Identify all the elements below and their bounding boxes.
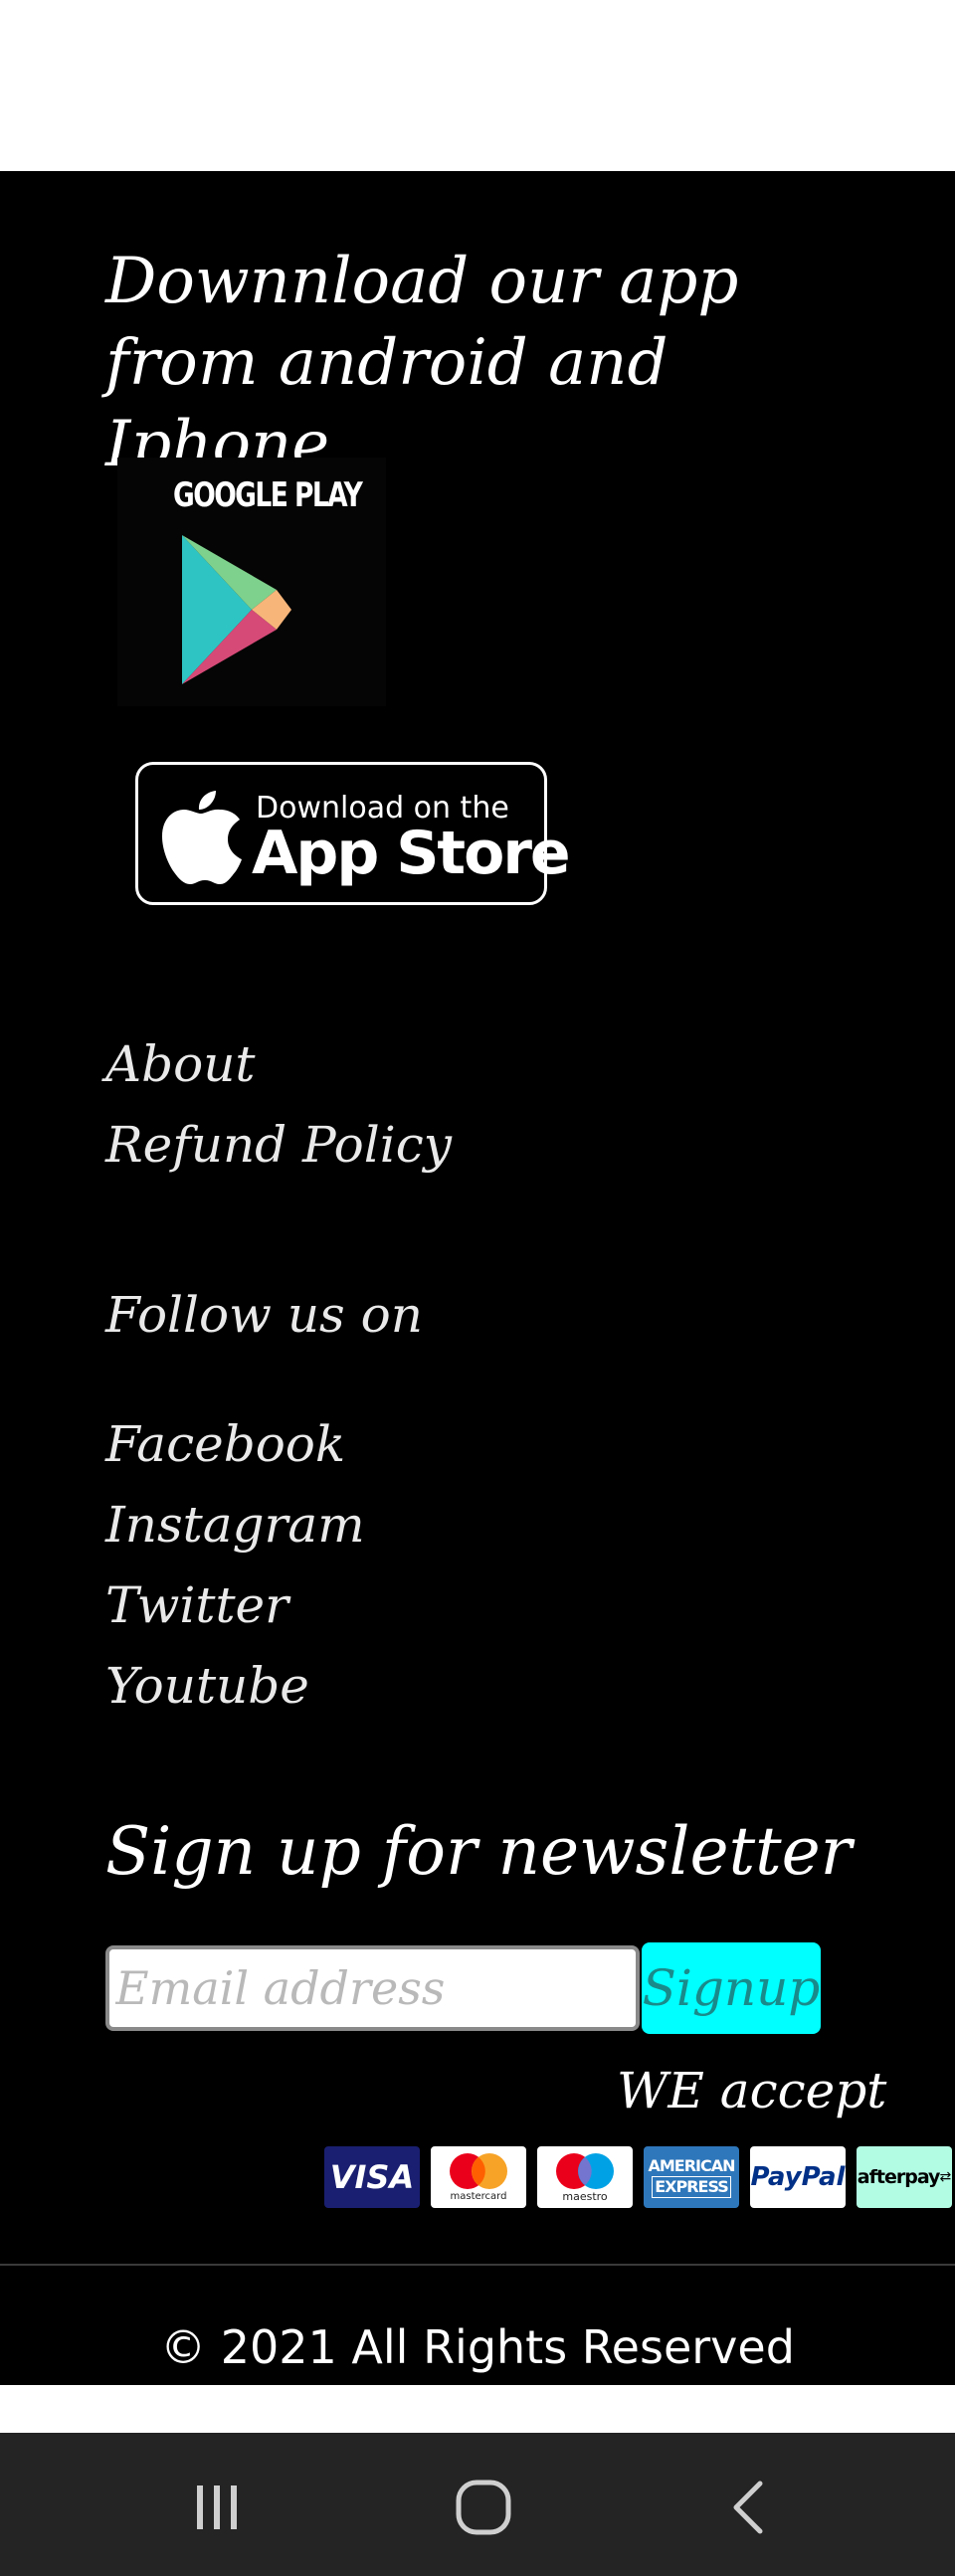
google-play-icon	[182, 535, 291, 684]
american-express-card-icon: AMERICAN EXPRESS	[644, 2146, 739, 2208]
apple-icon	[162, 791, 242, 884]
app-download-heading: Downnload our app from android and Iphon…	[105, 245, 739, 481]
back-button[interactable]	[690, 2463, 810, 2552]
recent-apps-button[interactable]	[157, 2463, 277, 2552]
we-accept-label: WE accept	[617, 2062, 887, 2119]
facebook-link[interactable]: Facebook	[105, 1414, 345, 1474]
mastercard-icon: mastercard	[431, 2146, 526, 2208]
maestro-card-icon: maestro	[537, 2146, 633, 2208]
visa-card-icon: VISA	[324, 2146, 420, 2208]
newsletter-heading: Sign up for newsletter	[105, 1813, 853, 1890]
email-input[interactable]	[105, 1945, 640, 2031]
google-play-label: GOOGLE PLAY	[173, 475, 363, 515]
app-store-badge[interactable]: Download on the App Store	[135, 762, 571, 905]
refund-policy-link[interactable]: Refund Policy	[105, 1115, 452, 1175]
paypal-card-icon: PayPal	[750, 2146, 846, 2208]
instagram-link[interactable]: Instagram	[105, 1495, 365, 1555]
home-button[interactable]	[424, 2463, 543, 2552]
status-bar-area	[0, 0, 955, 171]
google-play-badge[interactable]: GOOGLE PLAY	[117, 458, 386, 706]
copyright-text: © 2021 All Rights Reserved	[160, 2320, 795, 2374]
recent-apps-icon	[197, 2485, 237, 2529]
youtube-link[interactable]: Youtube	[105, 1656, 309, 1716]
app-store-big-text: App Store	[252, 819, 571, 888]
follow-us-heading: Follow us on	[105, 1286, 423, 1344]
home-icon	[456, 2480, 511, 2535]
afterpay-card-icon: afterpay ⇄	[857, 2146, 952, 2208]
signup-button[interactable]: Signup	[642, 1942, 821, 2034]
back-icon	[733, 2481, 763, 2534]
afterpay-arrows-icon: ⇄	[939, 2169, 952, 2185]
about-link[interactable]: About	[105, 1034, 256, 1094]
mastercard-circles-icon	[450, 2153, 507, 2189]
footer-divider	[0, 2264, 955, 2266]
maestro-circles-icon	[556, 2153, 614, 2189]
system-navigation-bar	[0, 2433, 955, 2576]
site-footer: Downnload our app from android and Iphon…	[0, 171, 955, 2385]
twitter-link[interactable]: Twitter	[105, 1575, 288, 1635]
